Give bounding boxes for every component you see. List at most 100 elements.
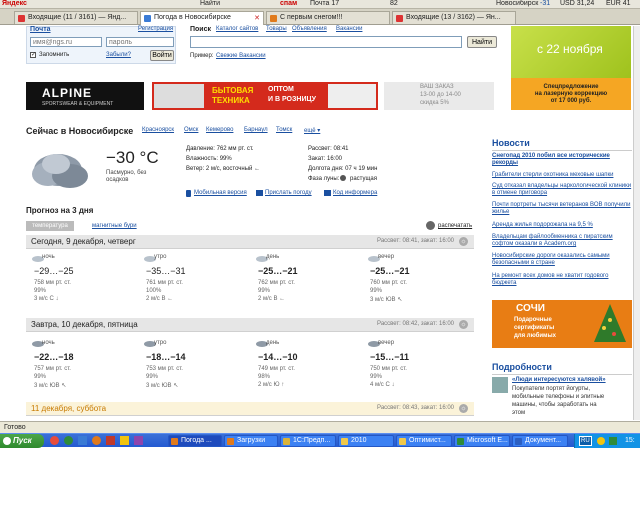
- ie-icon[interactable]: [78, 436, 87, 445]
- taskbar-item[interactable]: Оптимист...: [396, 435, 452, 447]
- tab-bar: Входящие (11 / 3161) — Янд... Погода в Н…: [0, 9, 640, 25]
- app-icon[interactable]: [106, 436, 115, 445]
- example-link[interactable]: Свежие Вакансии: [216, 53, 266, 59]
- find-button[interactable]: Найти: [200, 0, 220, 7]
- mail-link[interactable]: Почта: [30, 26, 51, 33]
- news-title[interactable]: Новости: [492, 138, 530, 148]
- news-item[interactable]: Грабители стерли охотника меховые шапки: [492, 172, 632, 179]
- start-button[interactable]: Пуск: [0, 434, 44, 448]
- sochi-title: СОЧИ: [516, 303, 545, 314]
- news-item[interactable]: Почти портреты тысячи ветеранов ВОВ полу…: [492, 202, 632, 216]
- language-indicator[interactable]: RU: [579, 436, 592, 446]
- informer-link[interactable]: Код информера: [333, 190, 377, 196]
- folder-icon[interactable]: [120, 436, 129, 445]
- day-title: Завтра, 10 декабря, пятница: [31, 320, 138, 329]
- period-humidity: 99%: [370, 374, 383, 380]
- tab-inbox-1[interactable]: Входящие (11 / 3161) — Янд...: [14, 11, 138, 24]
- count-badge[interactable]: 82: [390, 0, 398, 7]
- search-input[interactable]: [190, 36, 462, 48]
- search-tab-goods[interactable]: Товары: [266, 26, 287, 32]
- city-link-krasnoyarsk[interactable]: Красноярск: [142, 127, 174, 133]
- details-thumbnail[interactable]: [492, 377, 508, 393]
- order-banner[interactable]: ВАШ ЗАКАЗ 13-00 до 14-00 скидка 5%: [384, 82, 494, 110]
- promo-banner[interactable]: с 22 ноября Спецпредложение на лазерную …: [511, 26, 631, 110]
- tab-inbox-2[interactable]: Входящие (13 / 3162) — Ян...: [392, 11, 516, 24]
- details-link[interactable]: «Люди интересуются халявой»: [512, 377, 632, 383]
- tab-magnetic[interactable]: магнитные бури: [92, 223, 137, 229]
- period-name: ночь: [42, 340, 55, 346]
- tab-snow[interactable]: С первым снегом!!!: [266, 11, 390, 24]
- forgot-link[interactable]: Забыли?: [106, 52, 131, 58]
- details-title[interactable]: Подробности: [492, 362, 552, 372]
- alpine-banner[interactable]: ALPINE SPORTSWEAR & EQUIPMENT: [26, 82, 144, 110]
- city-link-tomsk[interactable]: Томск: [276, 127, 292, 133]
- sochi-line-1: Подарочные: [514, 317, 552, 323]
- taskbar-label: 1С:Предп...: [293, 437, 331, 444]
- page-icon: [270, 15, 277, 22]
- current-temperature: −30 °C: [106, 148, 159, 167]
- login-button[interactable]: Войти: [150, 50, 174, 61]
- news-item[interactable]: Снегопад 2010 побил все исторические рек…: [492, 153, 632, 167]
- send-link[interactable]: Прислать погоду: [265, 190, 312, 196]
- firefox-icon[interactable]: [92, 436, 101, 445]
- opera-icon[interactable]: [50, 436, 59, 445]
- mobile-link[interactable]: Мобильная версия: [194, 190, 247, 196]
- city-link-kemerovo[interactable]: Кемерово: [206, 127, 233, 133]
- period-wind: 3 м/с С ↓: [34, 296, 59, 302]
- period-pressure: 757 мм рт. ст.: [34, 366, 71, 372]
- city-link-omsk[interactable]: Омск: [184, 127, 198, 133]
- period-name: вечер: [378, 340, 395, 346]
- taskbar-item[interactable]: 1С:Предп...: [280, 435, 336, 447]
- taskbar-item[interactable]: Microsoft E...: [454, 435, 510, 447]
- login-field[interactable]: [30, 37, 102, 47]
- tab-temperature[interactable]: температура: [26, 221, 74, 231]
- informer-icon: [324, 190, 331, 196]
- period-name: день: [266, 254, 280, 260]
- yandex-logo[interactable]: Яндекс: [2, 0, 27, 7]
- appliance-text-2: И В РОЗНИЦУ: [268, 96, 316, 103]
- news-item[interactable]: Аренда жилья подорожала на 9,5 %: [492, 222, 632, 229]
- day-sun: Рассвет: 08:43, закат: 16:00: [377, 405, 454, 411]
- icq-icon[interactable]: [64, 436, 73, 445]
- taskbar-item[interactable]: Документ...: [512, 435, 568, 447]
- news-item[interactable]: Новосибирские дороги оказались самыми бе…: [492, 253, 632, 267]
- sochi-banner[interactable]: СОЧИ Подарочные сертификаты для любимых: [492, 300, 632, 348]
- mail-counter[interactable]: Почта 17: [310, 0, 339, 7]
- news-item[interactable]: Суд отказал владельцы наркологической кл…: [492, 183, 632, 197]
- remember-checkbox[interactable]: ✓: [30, 52, 36, 58]
- alpine-logo: ALPINE: [42, 86, 93, 100]
- search-tab-catalog[interactable]: Каталог сайтов: [216, 26, 258, 32]
- news-item[interactable]: Владельцам файлообменника с пиратским со…: [492, 234, 632, 248]
- print-icon[interactable]: [426, 221, 435, 230]
- app-icon[interactable]: [134, 436, 143, 445]
- day-length: Долгота дня: 07 ч 19 мин: [308, 166, 378, 172]
- 1c-icon: [283, 438, 290, 445]
- more-cities-link[interactable]: ещё ▾: [304, 127, 320, 134]
- sunset: Закат: 16:00: [308, 156, 343, 162]
- taskbar-item[interactable]: 2010: [338, 435, 394, 447]
- news-item[interactable]: На ремонт всех домов не хватит годового …: [492, 273, 632, 287]
- search-tab-ads[interactable]: Объявления: [292, 26, 327, 32]
- appliance-banner[interactable]: БЫТОВАЯ ТЕХНИКА ОПТОМ И В РОЗНИЦУ: [152, 82, 378, 110]
- spam-button[interactable]: спам: [280, 0, 297, 7]
- taskbar-item[interactable]: Загрузки: [224, 435, 278, 447]
- search-button[interactable]: Найти: [467, 36, 497, 48]
- clock[interactable]: 15:: [625, 434, 635, 448]
- close-icon[interactable]: ✕: [254, 13, 260, 25]
- tab-label: Входящие (11 / 3161) — Янд...: [28, 14, 127, 21]
- tray-icon[interactable]: [609, 437, 617, 445]
- search-tab-jobs[interactable]: Вакансии: [336, 26, 362, 32]
- tab-weather[interactable]: Погода в Новосибирске ✕: [140, 11, 264, 25]
- city-link-barnaul[interactable]: Барнаул: [244, 127, 268, 133]
- period-wind: 3 м/с ЮВ ↖: [146, 383, 179, 389]
- taskbar-item[interactable]: Погода ...: [168, 435, 222, 447]
- period-temp: −25…−21: [370, 266, 410, 276]
- taskbar-label: Документ...: [525, 437, 562, 444]
- promo-date: с 22 ноября: [537, 42, 603, 56]
- password-field[interactable]: [106, 37, 174, 47]
- print-link[interactable]: распечатать: [438, 223, 472, 229]
- page-scrollbar[interactable]: [633, 26, 640, 420]
- tray-icon[interactable]: [597, 437, 605, 445]
- humidity: Влажность: 99%: [186, 156, 232, 162]
- register-link[interactable]: Регистрация: [138, 26, 173, 32]
